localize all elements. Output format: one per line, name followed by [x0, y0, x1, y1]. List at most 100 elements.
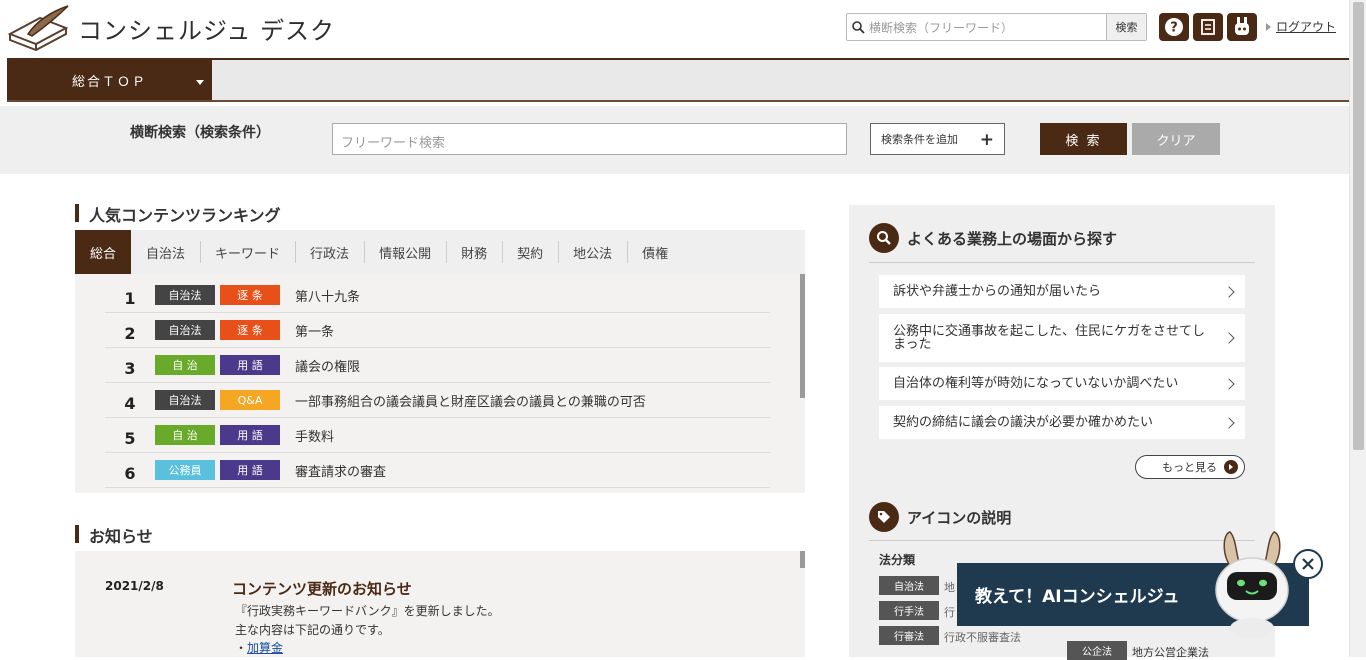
nav-top-label: 総合ＴＯＰ — [71, 74, 147, 90]
category-tag: 自 治 — [155, 425, 215, 445]
rank-title[interactable]: 第一条 — [295, 321, 334, 340]
tab-zaimu[interactable]: 財務 — [446, 230, 502, 274]
chevron-right-icon — [1223, 332, 1235, 344]
legend-tag: 行手法 — [879, 601, 939, 620]
help-button[interactable]: ? — [1159, 13, 1189, 41]
ranking-row[interactable]: 4 自治法 Q&A 一部事務組合の議会議員と財産区議会の議員との兼職の可否 — [105, 383, 770, 418]
ranking-row[interactable]: 5 自 治 用 語 手数料 — [105, 418, 770, 453]
news-title: お知らせ — [75, 523, 153, 547]
divider — [869, 262, 1255, 263]
rank-title[interactable]: 議会の権限 — [295, 356, 360, 375]
document-button[interactable] — [1193, 13, 1223, 41]
logo[interactable]: コンシェルジュ デスク — [6, 4, 335, 52]
category-tag: 自 治 — [155, 355, 215, 375]
search-button[interactable]: 検 索 — [1040, 123, 1127, 155]
chevron-right-icon — [1223, 416, 1235, 429]
news-heading: コンテンツ更新のお知らせ — [232, 580, 412, 598]
news-bullet-line: ・加算金 — [235, 639, 283, 656]
scenes-header: よくある業務上の場面から探す — [869, 223, 1117, 253]
robot-button[interactable] — [1227, 13, 1257, 41]
more-label: もっと見る — [1162, 461, 1217, 474]
scene-item[interactable]: 公務中に交通事故を起こした、住民にケガをさせてしまった — [879, 314, 1245, 362]
divider — [869, 540, 1255, 541]
ranking-row[interactable]: 1 自治法 逐 条 第八十九条 — [105, 278, 770, 313]
category-tag: 自治法 — [155, 390, 215, 410]
ranking-tabs: 総合 自治法 キーワード 行政法 情報公開 財務 契約 地公法 債権 — [75, 230, 805, 274]
news-body-line: 主な内容は下記の通りです。 — [235, 623, 390, 637]
scene-item-label: 訴状や弁護士からの通知が届いたら — [893, 284, 1102, 299]
main-nav: 総合ＴＯＰ — [7, 58, 1349, 102]
rank-number: 4 — [124, 393, 136, 413]
chevron-right-icon — [1223, 377, 1235, 390]
news-scrollbar[interactable] — [800, 551, 805, 568]
rank-number: 1 — [124, 288, 136, 308]
close-button[interactable] — [1293, 549, 1323, 579]
rank-title[interactable]: 手数料 — [295, 426, 334, 445]
ranking-list: 1 自治法 逐 条 第八十九条 2 自治法 逐 条 第一条 3 自 治 用 語 … — [75, 274, 805, 493]
category-tag: 公務員 — [155, 460, 215, 480]
news-body-line: 『行政実務キーワードバンク』を更新しました。 — [235, 604, 500, 618]
legend-text: 地 — [944, 581, 955, 594]
scenes-title: よくある業務上の場面から探す — [907, 229, 1118, 248]
tab-saiken[interactable]: 債権 — [627, 230, 683, 274]
page-scrollbar-thumb[interactable] — [1353, 2, 1364, 450]
rank-number: 2 — [124, 323, 136, 343]
robot-mascot-icon — [1215, 531, 1289, 638]
chevron-right-icon — [1223, 285, 1235, 298]
tab-jichiho[interactable]: 自治法 — [131, 230, 200, 274]
ranking-row[interactable]: 3 自 治 用 語 議会の権限 — [105, 348, 770, 383]
type-tag: 用 語 — [220, 460, 280, 480]
scene-item-label: 公務中に交通事故を起こした、住民にケガをさせてしまった — [893, 324, 1206, 352]
more-button[interactable]: もっと見る — [1135, 455, 1245, 479]
header-search-input[interactable]: 横断検索（フリーワード） — [869, 19, 1106, 36]
scene-item[interactable]: 訴状や弁護士からの通知が届いたら — [879, 275, 1245, 308]
legend-tag: 自治法 — [879, 576, 939, 595]
book-quill-icon — [7, 5, 69, 52]
legend-title: アイコンの説明 — [907, 508, 1012, 527]
ranking-scrollbar[interactable] — [800, 274, 805, 398]
logout-link[interactable]: ログアウト — [1266, 18, 1336, 35]
search-icon — [847, 14, 869, 40]
type-tag: 逐 条 — [220, 285, 280, 305]
ranking-row[interactable]: 2 自治法 逐 条 第一条 — [105, 313, 770, 348]
rank-number: 3 — [124, 358, 136, 378]
legend-tag: 行審法 — [879, 626, 939, 645]
tab-gyoseiho[interactable]: 行政法 — [295, 230, 364, 274]
legend-text: 行政不服審査法 — [944, 631, 1021, 644]
scene-item[interactable]: 自治体の権利等が時効になっていないか調べたい — [879, 367, 1245, 400]
nav-top-menu[interactable]: 総合ＴＯＰ — [7, 60, 212, 100]
scene-item[interactable]: 契約の締結に議会の議決が必要か確かめたい — [879, 406, 1245, 439]
category-tag: 自治法 — [155, 320, 215, 340]
rank-number: 5 — [124, 428, 136, 448]
type-tag: 用 語 — [220, 355, 280, 375]
news-link[interactable]: 加算金 — [247, 641, 283, 655]
type-tag: 逐 条 — [220, 320, 280, 340]
header-search[interactable]: 横断検索（フリーワード） 検索 — [846, 13, 1147, 41]
chevron-right-circle-icon — [1224, 460, 1238, 474]
rank-title[interactable]: 一部事務組合の議会議員と財産区議会の議員との兼職の可否 — [295, 391, 646, 410]
ai-concierge-label: 教えて！AIコンシェルジュ — [975, 587, 1180, 607]
search-icon — [869, 223, 899, 253]
robot-icon — [1235, 17, 1249, 35]
ranking-row[interactable]: 6 公務員 用 語 審査請求の審査 — [105, 453, 770, 488]
freeword-input[interactable]: フリーワード検索 — [332, 123, 847, 155]
add-condition-button[interactable]: 検索条件を追加 + — [870, 123, 1005, 155]
legend-header: アイコンの説明 — [869, 502, 1011, 532]
svg-text:?: ? — [1170, 21, 1178, 36]
add-condition-label: 検索条件を追加 — [881, 133, 958, 146]
tab-keyword[interactable]: キーワード — [200, 230, 295, 274]
help-icon: ? — [1165, 18, 1183, 36]
page-scrollbar[interactable] — [1349, 0, 1366, 657]
rank-title[interactable]: 第八十九条 — [295, 286, 360, 305]
tab-joho-kokai[interactable]: 情報公開 — [364, 230, 446, 274]
cross-search-label: 横断検索（検索条件） — [130, 125, 270, 141]
tab-all[interactable]: 総合 — [75, 230, 132, 274]
header-search-button[interactable]: 検索 — [1106, 14, 1146, 40]
tab-keiyaku[interactable]: 契約 — [502, 230, 558, 274]
rank-title[interactable]: 審査請求の審査 — [295, 461, 386, 480]
legend-tag: 公企法 — [1067, 641, 1127, 660]
header: コンシェルジュ デスク 横断検索（フリーワード） 検索 ? ログアウト — [0, 0, 1349, 58]
tab-chikoho[interactable]: 地公法 — [558, 230, 627, 274]
legend-text: 地方公営企業法 — [1132, 646, 1209, 659]
clear-button[interactable]: クリア — [1132, 123, 1220, 155]
